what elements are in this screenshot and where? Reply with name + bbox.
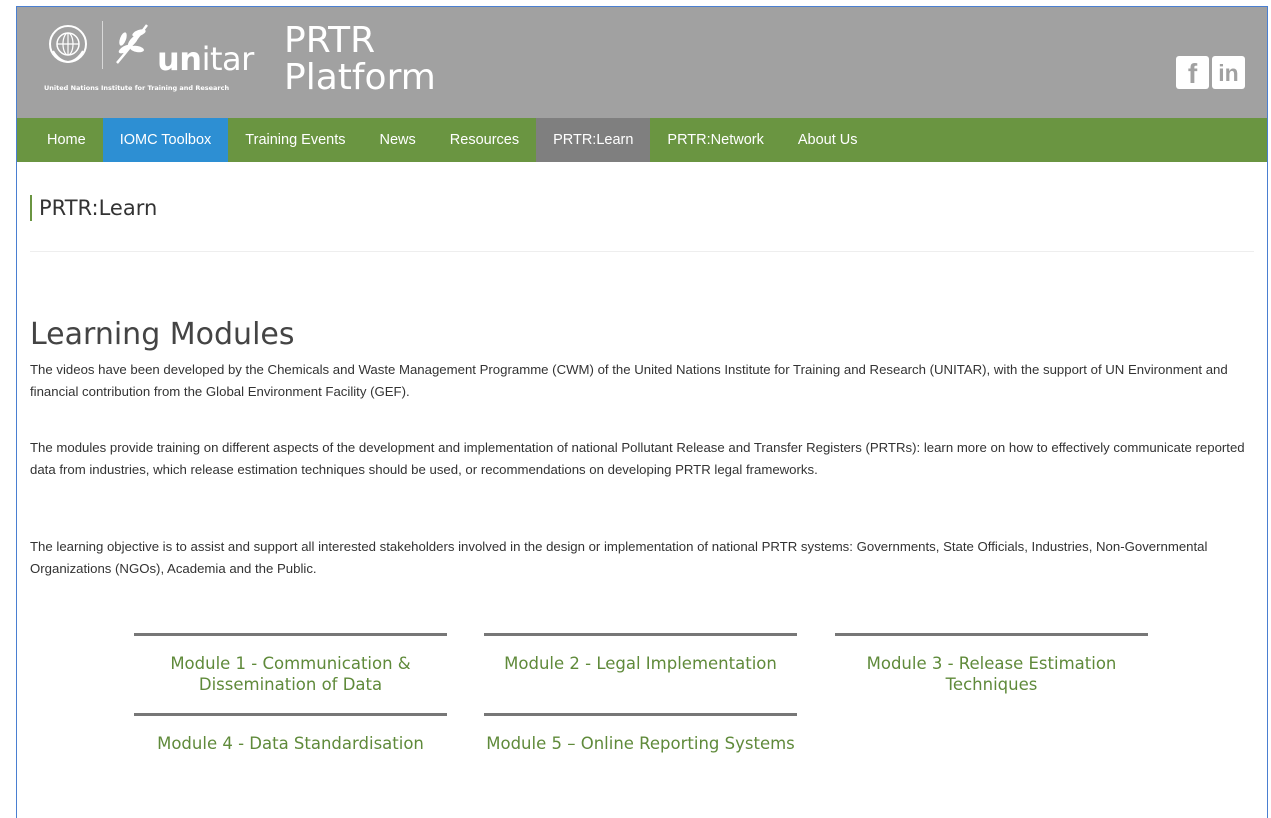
main-nav: Home IOMC Toolbox Training Events News R… <box>17 118 1267 162</box>
unitar-logo-text[interactable]: unitar <box>157 43 254 75</box>
brand-line-1: PRTR <box>284 20 376 61</box>
intro-paragraph-3: The learning objective is to assist and … <box>30 539 1208 576</box>
logo-tagline: United Nations Institute for Training an… <box>44 84 230 92</box>
module-4-link[interactable]: Module 4 - Data Standardisation <box>134 713 447 754</box>
logo-word-rest: itar <box>201 40 255 78</box>
site-header: unitar United Nations Institute for Trai… <box>17 7 1267 118</box>
logo-divider <box>102 21 103 69</box>
nav-prtr-network[interactable]: PRTR:Network <box>650 118 780 162</box>
section-heading: Learning Modules <box>30 317 295 352</box>
un-emblem-icon[interactable] <box>47 23 89 65</box>
module-5-link[interactable]: Module 5 – Online Reporting Systems <box>484 713 797 754</box>
facebook-icon[interactable]: f <box>1176 56 1209 89</box>
olive-branch-icon <box>116 24 148 64</box>
title-divider <box>30 251 1254 252</box>
nav-home[interactable]: Home <box>30 118 103 162</box>
module-2-link[interactable]: Module 2 - Legal Implementation <box>484 633 797 674</box>
nav-resources[interactable]: Resources <box>433 118 536 162</box>
nav-about-us[interactable]: About Us <box>781 118 875 162</box>
intro-paragraph-2: The modules provide training on differen… <box>30 440 1245 477</box>
nav-iomc-toolbox[interactable]: IOMC Toolbox <box>102 118 229 162</box>
module-3-link[interactable]: Module 3 - Release Estimation Techniques <box>835 633 1148 695</box>
page-frame: unitar United Nations Institute for Trai… <box>16 6 1268 818</box>
module-1-link[interactable]: Module 1 - Communication & Dissemination… <box>134 633 447 695</box>
nav-news[interactable]: News <box>363 118 433 162</box>
page-title: PRTR:Learn <box>30 195 157 221</box>
brand-line-2: Platform <box>284 57 436 98</box>
nav-training-events[interactable]: Training Events <box>228 118 362 162</box>
linkedin-icon[interactable]: in <box>1212 56 1245 89</box>
site-brand[interactable]: PRTR Platform <box>284 22 436 96</box>
intro-paragraph-1: The videos have been developed by the Ch… <box>30 362 1228 399</box>
logo-word-bold: un <box>157 40 202 78</box>
nav-prtr-learn[interactable]: PRTR:Learn <box>536 118 651 162</box>
